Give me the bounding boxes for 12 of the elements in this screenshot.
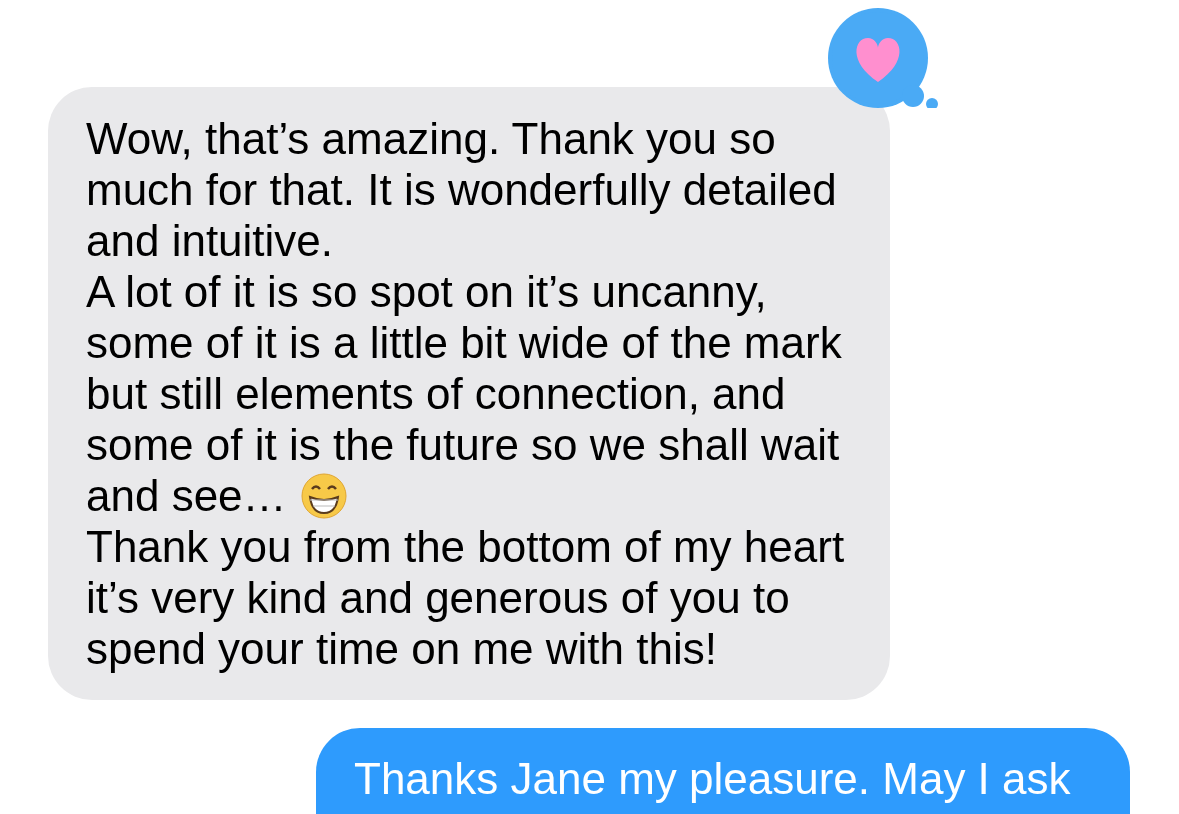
message-text: A lot of it is so spot on it’s uncanny, — [86, 267, 767, 316]
message-text: but still elements of connection, and — [86, 369, 786, 418]
message-text: Wow, that’s amazing. Thank you so — [86, 114, 776, 163]
message-text: some of it is a little bit wide of the mark — [86, 318, 842, 367]
message-text: much for that. It is wonderfully detailed — [86, 165, 837, 214]
message-text: and intuitive. — [86, 216, 334, 265]
message-text: some of it is the future so we shall wait — [86, 420, 840, 469]
message-text: spend your time on me with this! — [86, 624, 717, 673]
message-text: Thank you from the bottom of my heart — [86, 522, 845, 571]
message-text: Thanks Jane my pleasure. May I ask — [354, 754, 1071, 803]
message-text: it’s very kind and generous of you to — [86, 573, 790, 622]
message-text: and see… — [86, 471, 287, 520]
